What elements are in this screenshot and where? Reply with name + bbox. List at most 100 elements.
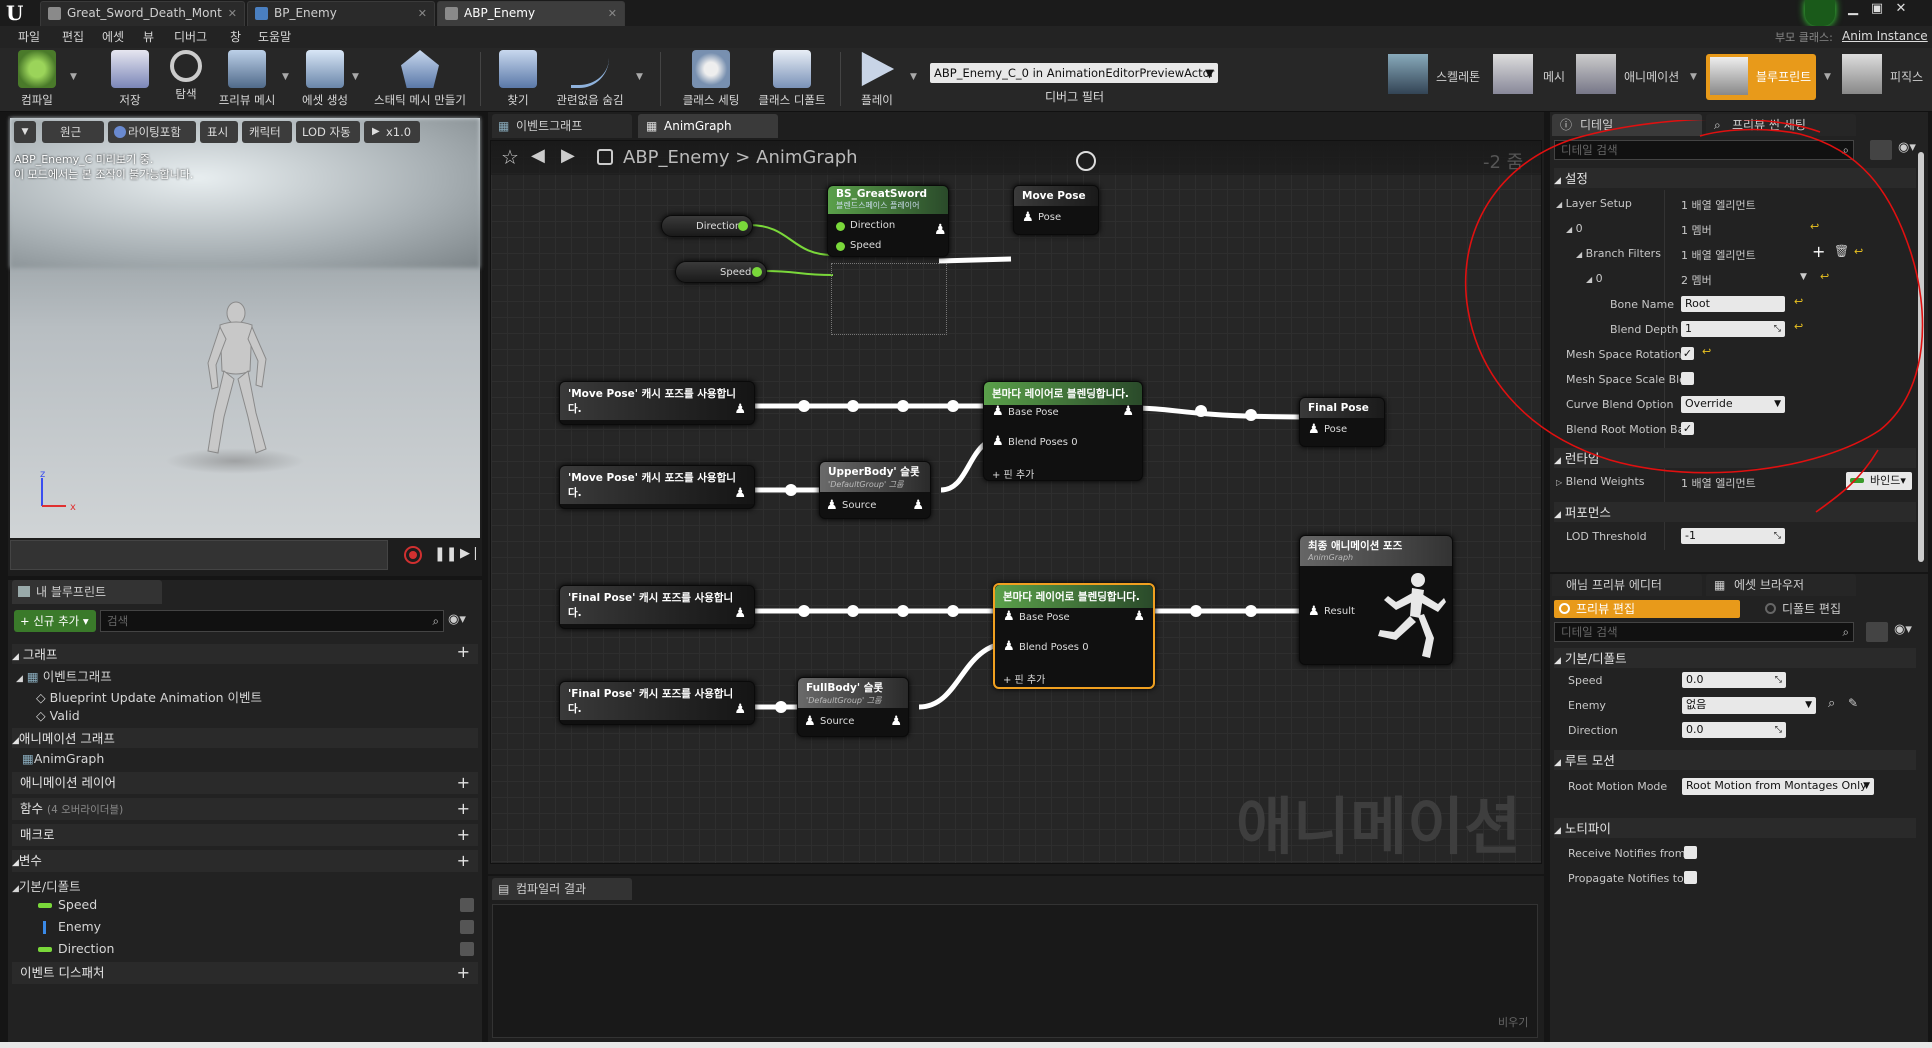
physics-mode-label[interactable]: 피직스 <box>1890 68 1923 85</box>
preview-search-input[interactable]: 디테일 검색 ⌕ <box>1554 622 1854 642</box>
spinner-icon[interactable]: ⤡ <box>1774 528 1781 544</box>
spinner-icon[interactable]: ⤡ <box>1775 722 1782 738</box>
pose-pin-icon[interactable]: ♟ <box>934 222 947 238</box>
node-use-cached-final-pose-1[interactable]: 'Final Pose' 캐시 포즈를 사용합니다. ♟ <box>559 585 755 629</box>
make-static-mesh-button[interactable]: 스태틱 메시 만들기 <box>370 50 470 108</box>
node-layered-blend-1[interactable]: 본마다 레이어로 블렌딩합니다. ♟ Base Pose ♟ Blend Pos… <box>983 381 1143 481</box>
chevron-down-icon[interactable]: ▼ <box>910 72 917 82</box>
hide-unrelated-button[interactable]: 관련없음 숨김 <box>548 50 632 108</box>
add-icon[interactable]: + <box>457 850 470 872</box>
menu-view[interactable]: 뷰 <box>143 28 154 45</box>
node-upperbody-slot[interactable]: UpperBody' 슬롯 'DefaultGroup' 그룹 ♟ Source … <box>819 461 931 519</box>
mesh-mode-icon[interactable] <box>1493 54 1533 94</box>
pose-pin-icon[interactable]: ♟ <box>1308 604 1320 619</box>
node-save-cached-move-pose[interactable]: Move Pose ♟ Pose <box>1013 185 1099 235</box>
root-motion-mode-select[interactable]: Root Motion from Montages Only ▼ <box>1682 778 1874 795</box>
visibility-eye-icon[interactable] <box>460 898 474 912</box>
animation-mode-label[interactable]: 애니메이션 <box>1624 68 1679 85</box>
add-icon[interactable]: + <box>457 772 470 794</box>
functions-category[interactable]: 함수 (4 오버라이더블) + <box>12 798 478 820</box>
physics-mode-icon[interactable] <box>1842 54 1882 94</box>
browse-asset-icon[interactable]: ⌕ <box>1828 696 1835 711</box>
add-new-button[interactable]: + 신규 추가 ▾ <box>14 610 96 632</box>
preview-default-category[interactable]: ◢ 기본/디폴트 <box>1554 648 1916 668</box>
close-window-icon[interactable]: ✕ <box>1890 1 1912 19</box>
viewport-canvas[interactable]: z x ABP_Enemy_C 미리보기 중. 이 모드에서는 본 조작이 불가… <box>10 118 480 538</box>
menu-window[interactable]: 창 <box>230 28 241 45</box>
minimize-icon[interactable]: ▁ <box>1842 1 1864 19</box>
add-icon[interactable]: + <box>457 962 470 984</box>
browse-button[interactable]: 탐색 <box>164 50 208 102</box>
graphs-category[interactable]: ◢ 그래프 + <box>12 642 478 664</box>
macros-category[interactable]: 매크로 + <box>12 824 478 846</box>
float-pin-icon[interactable] <box>836 222 845 231</box>
event-graph-item[interactable]: ◢ ▦ 이벤트그래프 <box>16 666 112 685</box>
lod-threshold-input[interactable]: -1 ⤡ <box>1681 528 1785 544</box>
perspective-button[interactable]: 원근 <box>42 121 104 143</box>
event-dispatchers-category[interactable]: 이벤트 디스패처 + <box>12 962 478 984</box>
node-blendspace-player[interactable]: BS_GreatSword 블렌드스페이스 플레이어 Direction Spee… <box>827 185 949 257</box>
anim-preview-editor-tab[interactable]: 애님 프리뷰 에디터 <box>1552 574 1702 596</box>
pose-pin-icon[interactable]: ♟ <box>890 714 902 729</box>
animation-mode-icon[interactable] <box>1576 54 1616 94</box>
anim-graphs-category[interactable]: ◢애니메이션 그래프 <box>12 728 478 748</box>
tab-event-graph[interactable]: ▦ 이벤트그래프 <box>492 114 632 138</box>
add-icon[interactable]: + <box>457 798 470 820</box>
parent-class-link[interactable]: Anim Instance <box>1842 29 1928 43</box>
root-motion-category[interactable]: ◢ 루트 모션 <box>1554 750 1916 770</box>
preview-enemy-select[interactable]: 없음 ▼ <box>1682 697 1816 714</box>
menu-file[interactable]: 파일 <box>18 28 40 45</box>
tab-abp-enemy[interactable]: ABP_Enemy ✕ <box>437 1 625 26</box>
chevron-down-icon[interactable]: ▼ <box>636 72 643 82</box>
chevron-down-icon[interactable]: ▼ <box>1824 72 1831 82</box>
add-icon[interactable]: + <box>457 824 470 846</box>
tab-bp-enemy[interactable]: BP_Enemy ✕ <box>247 1 435 26</box>
menu-edit[interactable]: 편집 <box>62 28 84 45</box>
valid-item[interactable]: ◇ Valid <box>36 708 80 723</box>
add-pin-button[interactable]: + 핀 추가 <box>992 466 1034 481</box>
pose-pin-icon[interactable]: ♟ <box>912 498 924 513</box>
skeleton-mode-icon[interactable] <box>1388 54 1428 94</box>
compiler-results-tab[interactable]: ▤ 컴파일러 결과 <box>492 878 632 900</box>
graph-canvas[interactable]: ☆ ◀ ▶ ABP_Enemy > AnimGraph -2 줌 애니메이션 D… <box>490 140 1542 864</box>
pose-pin-icon[interactable]: ♟ <box>734 702 746 717</box>
float-pin-icon[interactable] <box>836 242 845 251</box>
pause-icon[interactable]: ❚❚ <box>434 546 457 562</box>
bp-update-event-item[interactable]: ◇ Blueprint Update Animation 이벤트 <box>36 687 262 706</box>
chevron-down-icon[interactable]: ▼ <box>352 72 359 82</box>
maximize-icon[interactable]: ▣ <box>1866 1 1888 19</box>
chevron-down-icon[interactable]: ▼ <box>70 72 77 82</box>
close-icon[interactable]: ✕ <box>608 2 617 25</box>
lighting-button[interactable]: 라이팅포함 <box>108 121 196 143</box>
record-icon[interactable] <box>404 546 422 564</box>
mesh-mode-label[interactable]: 메시 <box>1543 68 1565 85</box>
search-input[interactable]: 검색 ⌕ <box>100 610 444 632</box>
create-asset-button[interactable]: 에셋 생성 <box>296 50 354 108</box>
refresh-icon[interactable] <box>1076 151 1096 171</box>
variable-enemy[interactable]: Enemy <box>32 919 101 934</box>
character-button[interactable]: 캐릭터 <box>242 121 292 143</box>
edit-defaults-toggle[interactable]: 디폴트 편집 <box>1760 600 1910 618</box>
compile-button[interactable]: 컴파일 <box>12 50 62 108</box>
pose-pin-icon[interactable]: ♟ <box>1308 422 1320 437</box>
pose-pin-icon[interactable]: ♟ <box>1133 609 1145 624</box>
source-control-icon[interactable] <box>1805 0 1835 26</box>
lod-button[interactable]: LOD 자동 <box>296 121 360 143</box>
show-button[interactable]: 표시 <box>200 121 238 143</box>
class-defaults-button[interactable]: 클래스 디폴트 <box>752 50 832 108</box>
default-category[interactable]: ◢기본/디폴트 <box>12 876 81 895</box>
pose-pin-icon[interactable]: ♟ <box>1003 609 1015 624</box>
chevron-down-icon[interactable]: ▼ <box>1690 72 1697 82</box>
visibility-eye-icon[interactable] <box>460 942 474 956</box>
visibility-eye-icon[interactable] <box>460 920 474 934</box>
preview-direction-input[interactable]: 0.0 ⤡ <box>1682 722 1786 738</box>
eye-icon[interactable]: ◉▾ <box>448 612 466 627</box>
node-fullbody-slot[interactable]: FullBody' 슬롯 'DefaultGroup' 그룹 ♟ Source ♟ <box>797 677 909 737</box>
pose-pin-icon[interactable]: ♟ <box>734 486 746 501</box>
menu-debug[interactable]: 디버그 <box>174 28 207 45</box>
node-use-cached-final-pose-2[interactable]: 'Final Pose' 캐시 포즈를 사용합니다. ♟ <box>559 681 755 725</box>
find-button[interactable]: 찾기 <box>496 50 540 108</box>
pose-pin-icon[interactable]: ♟ <box>992 404 1004 419</box>
eye-icon[interactable]: ◉▾ <box>1894 622 1912 637</box>
node-use-cached-move-pose-1[interactable]: 'Move Pose' 캐시 포즈를 사용합니다. ♟ <box>559 381 755 425</box>
